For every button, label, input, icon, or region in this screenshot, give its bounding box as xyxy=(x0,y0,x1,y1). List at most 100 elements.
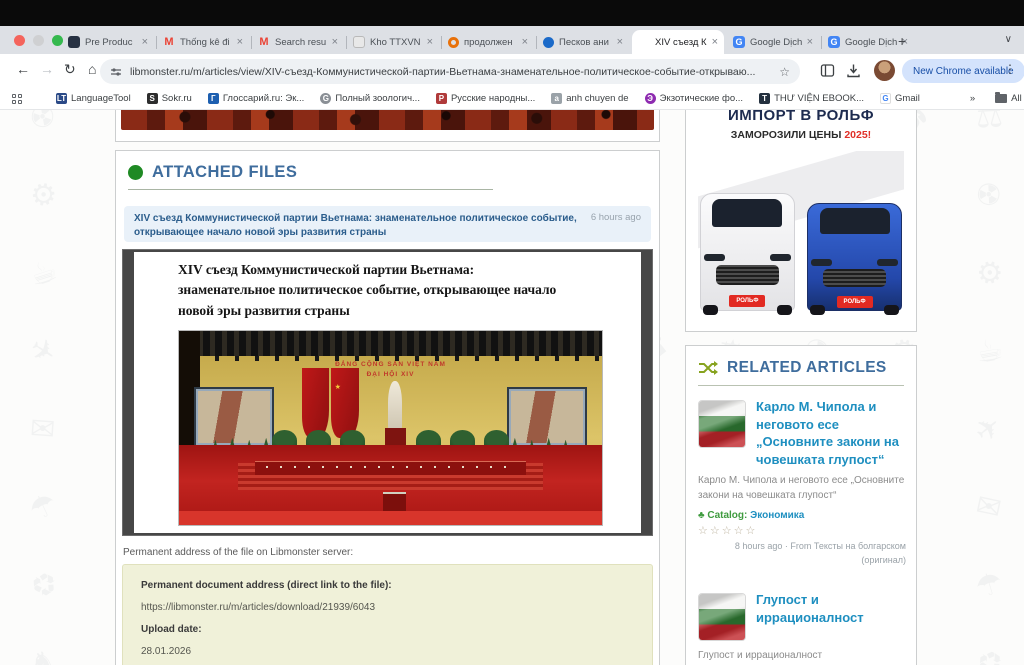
tab-search-chevron-icon[interactable]: ∨ xyxy=(1005,34,1012,45)
tab-pre-product[interactable]: Pre Produc × xyxy=(62,30,154,54)
bookmark-favicon: G xyxy=(320,93,331,104)
tab-label: XIV съезд К xyxy=(655,37,707,48)
tab-xiv-congress-active[interactable]: XIV съезд К × xyxy=(632,30,724,54)
apps-grid-icon[interactable] xyxy=(12,94,22,104)
home-button[interactable]: ⌂ xyxy=(88,61,96,77)
bookmark-label: Русские народны... xyxy=(451,93,535,104)
pattern-glyph: ✉ xyxy=(973,488,1005,527)
bookmark-favicon: LT xyxy=(56,93,67,104)
all-bookmarks-label: All Bookmarks xyxy=(1011,93,1024,104)
close-icon[interactable]: × xyxy=(617,36,623,48)
bookmark-favicon: G xyxy=(880,93,891,104)
bookmark-exotic[interactable]: Э Экзотические фо... xyxy=(645,93,743,104)
permanent-address-label: Permanent address of the file on Libmons… xyxy=(123,547,353,558)
site-favicon xyxy=(353,36,365,48)
pattern-glyph: ⚙ xyxy=(27,176,60,215)
profile-avatar[interactable] xyxy=(874,60,895,81)
article-thumbnail-bulgarian-flag[interactable] xyxy=(698,593,746,641)
green-dot-icon xyxy=(128,165,143,180)
bookmark-label: LanguageTool xyxy=(71,93,131,104)
libmonster-icon xyxy=(638,36,650,48)
reload-button[interactable]: ↻ xyxy=(64,61,76,78)
close-icon[interactable]: × xyxy=(332,36,338,48)
blue-sedan-image: РОЛЬФ xyxy=(807,203,902,311)
pattern-glyph: ✈ xyxy=(968,408,1010,451)
attached-file-link[interactable]: XIV съезд Коммунистической партии Вьетна… xyxy=(134,212,581,236)
congress-hall-photo: ĐẢNG CỘNG SẢN VIỆT NAM ĐẠI HỘI XIV ★ xyxy=(178,330,603,526)
bookmarks-overflow-button[interactable]: » xyxy=(970,93,975,104)
close-icon[interactable]: × xyxy=(427,36,433,48)
bookmark-favicon: Р xyxy=(436,93,447,104)
bookmark-favicon: S xyxy=(147,93,158,104)
webpage: ☢⚙☕✈✉☂♻♞♬✎☎⚖☢⚙☕✈✉☂♻♞♬✎☎⚖☢⚙☕✈✉☂♻♞♬✎☎⚖☢⚙☕✈… xyxy=(0,110,1024,665)
tree-icon: ♣ xyxy=(698,510,705,521)
bookmark-languagetool[interactable]: LT LanguageTool xyxy=(56,93,131,104)
tab-google-translate-1[interactable]: G Google Dịch × xyxy=(727,30,819,54)
bookmark-sokr[interactable]: S Sokr.ru xyxy=(147,93,192,104)
bookmark-glossary[interactable]: Г Глоссарий.ru: Эк... xyxy=(208,93,305,104)
url-text[interactable]: libmonster.ru/m/articles/view/XIV-съезд-… xyxy=(130,66,771,78)
gmail-icon: M xyxy=(163,36,175,48)
tab-label: продолжен xyxy=(464,37,517,48)
window-close-button[interactable] xyxy=(14,35,25,46)
address-bar[interactable]: libmonster.ru/m/articles/view/XIV-съезд-… xyxy=(100,59,800,84)
forward-button[interactable]: → xyxy=(40,61,54,77)
ad-headline: ИМПОРТ В РОЛЬФ xyxy=(686,110,916,124)
article-title-link[interactable]: Карло М. Чипола и неговото есе „Основнит… xyxy=(756,398,906,468)
attached-files-card: ATTACHED FILES XIV съезд Коммунистическо… xyxy=(115,150,660,665)
congress-audience-image xyxy=(121,110,654,130)
document-preview[interactable]: XIV съезд Коммунистической партии Вьетна… xyxy=(122,249,653,536)
article-thumbnail-bulgarian-flag[interactable] xyxy=(698,400,746,448)
pattern-glyph: ♞ xyxy=(29,645,58,665)
advertisement-card[interactable]: ИМПОРТ В РОЛЬФ ЗАМОРОЗИЛИ ЦЕНЫ 2025! РОЛ… xyxy=(685,110,917,332)
bookmark-gmail[interactable]: G Gmail xyxy=(880,93,920,104)
back-button[interactable]: ← xyxy=(16,61,30,77)
bookmark-russian-folk[interactable]: Р Русские народны... xyxy=(436,93,535,104)
browser-menu-icon[interactable]: ⋮ xyxy=(1004,62,1016,76)
tab-prodolzhen[interactable]: продолжен × xyxy=(442,30,534,54)
catalog-link[interactable]: Экономика xyxy=(750,510,804,521)
all-bookmarks-button[interactable]: All Bookmarks xyxy=(995,93,1024,104)
bookmark-star-icon[interactable]: ☆ xyxy=(779,65,790,79)
bookmark-label: Gmail xyxy=(895,93,920,104)
upload-date-label: Upload date: xyxy=(141,624,634,635)
section-title: ATTACHED FILES xyxy=(152,163,297,182)
reading-list-icon[interactable] xyxy=(820,63,835,78)
close-icon[interactable]: × xyxy=(237,36,243,48)
tab-label: Thống kê đi xyxy=(180,37,232,48)
document-address-label: Permanent document address (direct link … xyxy=(141,580,634,591)
document-address-url[interactable]: https://libmonster.ru/m/articles/downloa… xyxy=(141,602,634,613)
vietnam-flag xyxy=(331,368,358,438)
new-tab-button[interactable]: + xyxy=(898,33,906,49)
tab-label: Pre Produc xyxy=(85,37,137,48)
tab-gmail-thongke[interactable]: M Thống kê đi × xyxy=(157,30,249,54)
tab-gmail-search[interactable]: M Search resu × xyxy=(252,30,344,54)
site-favicon xyxy=(448,37,459,48)
close-icon[interactable]: × xyxy=(522,36,528,48)
tab-kho-ttxvn[interactable]: Kho TTXVN × xyxy=(347,30,439,54)
site-controls-icon[interactable] xyxy=(110,66,122,78)
bookmark-zoological[interactable]: G Полный зоологич... xyxy=(320,93,420,104)
lighting-truss xyxy=(179,331,602,356)
speaker-podium xyxy=(383,492,406,513)
close-icon[interactable]: × xyxy=(142,36,148,48)
bookmark-anh-chuyen-de[interactable]: a anh chuyen de xyxy=(551,93,628,104)
tab-peskov[interactable]: Песков ани × xyxy=(537,30,629,54)
pattern-glyph: ♻ xyxy=(24,564,64,607)
pattern-glyph: ☢ xyxy=(22,110,65,140)
attached-file-row[interactable]: XIV съезд Коммунистической партии Вьетна… xyxy=(124,206,651,242)
window-minimize-button[interactable] xyxy=(33,35,44,46)
close-icon[interactable]: × xyxy=(712,36,718,48)
close-icon[interactable]: × xyxy=(807,36,813,48)
document-title: XIV съезд Коммунистической партии Вьетна… xyxy=(178,260,558,321)
bookmark-thu-vien-ebook[interactable]: T THƯ VIỆN EBOOK... xyxy=(759,93,864,104)
pattern-glyph: ☕ xyxy=(25,253,61,295)
license-plate: РОЛЬФ xyxy=(837,296,873,308)
pattern-glyph: ⚙ xyxy=(971,253,1008,295)
bookmark-label: THƯ VIỆN EBOOK... xyxy=(774,93,864,104)
rating-stars[interactable]: ☆☆☆☆☆ xyxy=(698,524,906,537)
download-icon[interactable] xyxy=(846,63,861,78)
article-title-link[interactable]: Глупост и иррационалност xyxy=(756,591,906,643)
tab-label: Google Dịch xyxy=(845,37,897,48)
bookmark-label: Полный зоологич... xyxy=(335,93,420,104)
